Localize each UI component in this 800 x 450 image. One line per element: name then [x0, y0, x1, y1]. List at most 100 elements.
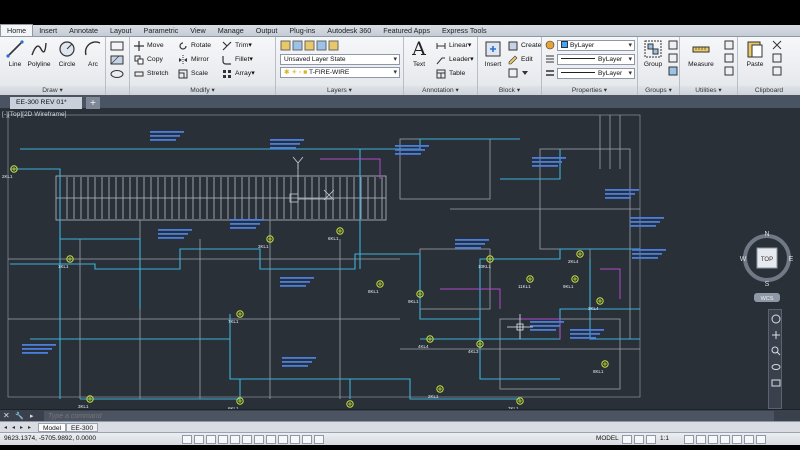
linetype-dropdown[interactable]: ByLayer [557, 54, 635, 65]
isolate-objects-button[interactable] [720, 435, 730, 444]
leader-tool[interactable]: Leader ▾ [436, 53, 474, 66]
infer-constraints-toggle[interactable] [182, 435, 192, 444]
dynamic-input-toggle[interactable] [290, 435, 300, 444]
3d-object-snap-toggle[interactable] [254, 435, 264, 444]
command-input[interactable] [44, 411, 774, 421]
copy-tool[interactable]: Copy [134, 53, 163, 66]
quick-view-drawings-button[interactable] [634, 435, 644, 444]
mirror-tool[interactable]: Mirror [178, 53, 209, 66]
hatch-icon[interactable] [110, 55, 124, 65]
dynamic-ucs-toggle[interactable] [278, 435, 288, 444]
tab-view[interactable]: View [184, 25, 211, 36]
fire-device[interactable]: 1KL1 [338, 400, 354, 409]
block-attributes-icon[interactable] [508, 68, 532, 78]
list-properties-icon[interactable] [545, 54, 555, 64]
steering-wheel-icon[interactable] [771, 314, 781, 324]
tab-model[interactable]: Model [38, 423, 66, 432]
stretch-tool[interactable]: Stretch [134, 67, 169, 80]
modify-panel-title[interactable]: Modify ▾ [130, 86, 275, 95]
prev-tab-icon[interactable]: ◂ [10, 423, 17, 432]
layer-tools-icons[interactable] [280, 40, 340, 51]
group-tool[interactable]: Group [638, 39, 668, 68]
tab-featured-apps[interactable]: Featured Apps [377, 25, 436, 36]
viewport-controls[interactable]: [-][Top][2D Wireframe] [2, 111, 67, 118]
lineweight-dropdown[interactable]: ByLayer [557, 68, 635, 79]
polar-tracking-toggle[interactable] [230, 435, 240, 444]
clipboard-panel-title[interactable]: Clipboard [738, 86, 800, 95]
polyline-tool[interactable]: Polyline [24, 39, 54, 68]
layer-state-dropdown[interactable]: Unsaved Layer State [280, 54, 400, 65]
insert-tool[interactable]: Insert [478, 39, 508, 68]
tab-annotate[interactable]: Annotate [63, 25, 104, 36]
first-tab-icon[interactable]: ◂ [2, 423, 9, 432]
customization-button[interactable] [732, 435, 742, 444]
fire-device[interactable]: 9KL1 [563, 275, 579, 289]
groups-panel-title[interactable]: Groups ▾ [638, 86, 679, 95]
document-tab[interactable]: EE-300 REV 01* [10, 97, 82, 109]
edit-block-tool[interactable]: Edit [508, 53, 533, 66]
transparency-toggle[interactable] [314, 435, 324, 444]
utilities-panel-title[interactable]: Utilities ▾ [680, 86, 737, 95]
tab-plug-ins[interactable]: Plug-ins [283, 25, 321, 36]
showmotion-icon[interactable] [771, 378, 781, 388]
color-dropdown[interactable]: ByLayer [557, 40, 635, 51]
fire-device[interactable]: 4KL4 [418, 335, 434, 349]
last-tab-icon[interactable]: ▸ [26, 423, 33, 432]
drawing-canvas[interactable]: 2KL1 1KL1 3KL1 6KL1 7KL1 8KL1 9KL1 10KL1 11KL1 2K… [0, 109, 800, 409]
annotation-panel-title[interactable]: Annotation ▾ [404, 86, 477, 95]
fire-device[interactable]: 3KL1 [258, 235, 274, 249]
tab-home[interactable]: Home [0, 24, 34, 36]
measure-tool[interactable]: Measure [684, 39, 718, 68]
object-snap-toggle[interactable] [242, 435, 252, 444]
properties-panel-title[interactable]: Properties ▾ [542, 86, 637, 95]
snap-mode-toggle[interactable] [194, 435, 204, 444]
fire-device[interactable]: 6KL1 [328, 227, 344, 241]
fire-device[interactable]: 8KL1 [368, 280, 384, 294]
lineweight-toggle[interactable] [302, 435, 312, 444]
tab-parametric[interactable]: Parametric [138, 25, 185, 36]
annotation-scale[interactable]: 1:1 [660, 435, 669, 442]
clean-screen-button[interactable] [744, 435, 754, 444]
match-properties-icon[interactable] [545, 40, 555, 50]
block-panel-title[interactable]: Block ▾ [478, 86, 541, 95]
create-block-tool[interactable]: Create [508, 39, 541, 52]
ortho-mode-toggle[interactable] [218, 435, 228, 444]
ellipse-icon[interactable] [110, 69, 124, 79]
grid-display-toggle[interactable] [206, 435, 216, 444]
paste-tool[interactable]: Paste [740, 39, 770, 68]
layer-dropdown[interactable]: ✱ ☀ ▫ ■ T-FIRE-WIRE [280, 67, 400, 78]
lock-icon[interactable] [696, 435, 706, 444]
arc-tool[interactable]: Arc [78, 39, 108, 68]
quick-view-layouts-button[interactable] [622, 435, 632, 444]
layers-panel-title[interactable]: Layers ▾ [276, 86, 403, 95]
draw-panel-title[interactable]: Draw ▾ [0, 86, 105, 95]
utility-tools-icons[interactable] [724, 40, 734, 76]
move-tool[interactable]: Move [134, 39, 164, 52]
status-menu-button[interactable] [756, 435, 766, 444]
pan-icon[interactable] [771, 330, 781, 340]
rotate-tool[interactable]: Rotate [178, 39, 211, 52]
fire-device[interactable]: 4KL3 [468, 340, 484, 354]
fire-device[interactable]: 2KL1 [2, 165, 18, 179]
hardware-acceleration-button[interactable] [708, 435, 718, 444]
group-tools-icons[interactable] [668, 40, 678, 76]
coordinate-readout[interactable]: 9623.1374, -5705.9892, 0.0000 [4, 435, 96, 442]
fire-device[interactable]: 8KL1 [593, 360, 609, 374]
fillet-tool[interactable]: Fillet ▾ [222, 53, 253, 66]
tab-output[interactable]: Output [250, 25, 284, 36]
orbit-icon[interactable] [771, 362, 781, 372]
lineweight-icon[interactable] [545, 68, 555, 78]
tab-manage[interactable]: Manage [212, 25, 250, 36]
text-tool[interactable]: A Text [404, 39, 434, 68]
tab-insert[interactable]: Insert [33, 25, 63, 36]
zoom-icon[interactable] [771, 346, 781, 356]
next-tab-icon[interactable]: ▸ [18, 423, 25, 432]
object-snap-tracking-toggle[interactable] [266, 435, 276, 444]
trim-tool[interactable]: Trim ▾ [222, 39, 252, 52]
viewcube[interactable]: TOP N S E W WCS [738, 229, 796, 303]
fire-device[interactable]: 9KL1 [408, 290, 424, 304]
scale-tool[interactable]: Scale [178, 67, 208, 80]
table-tool[interactable]: Table [436, 67, 465, 80]
tab-ee-300[interactable]: EE-300 [66, 423, 98, 432]
tab-express-tools[interactable]: Express Tools [436, 25, 493, 36]
